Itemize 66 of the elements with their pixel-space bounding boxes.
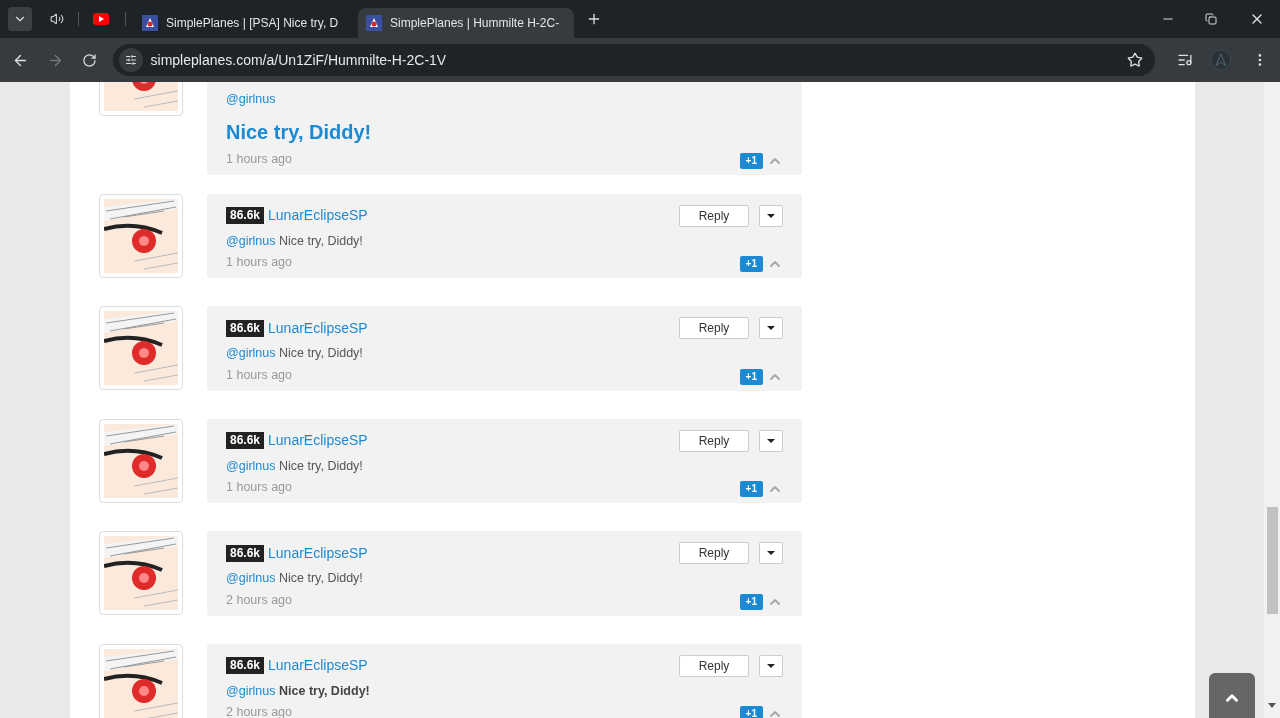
reply-button[interactable]: Reply xyxy=(679,654,749,677)
vote-count: +1 xyxy=(739,593,763,610)
mention-link[interactable]: @girlnus xyxy=(226,571,276,585)
reputation-badge: 86.6k xyxy=(226,207,265,224)
timestamp: 1 hours ago xyxy=(226,479,293,497)
reply-button[interactable]: Reply xyxy=(679,317,749,339)
media-control-icon[interactable] xyxy=(1176,52,1193,68)
browser-tab[interactable]: SimplePlanes | Hummilte H-2C- xyxy=(358,8,574,38)
vote-count: +1 xyxy=(739,706,763,718)
dropdown-button[interactable] xyxy=(759,429,783,452)
username-link[interactable]: LunarEclipseSP xyxy=(268,317,368,339)
video-site-icon[interactable] xyxy=(93,13,109,25)
comment-text: Nice try, Diddy! xyxy=(279,571,363,585)
new-tab-icon[interactable] xyxy=(586,11,602,27)
scroll-down-icon[interactable] xyxy=(1268,703,1276,708)
mention-link[interactable]: @girlnus xyxy=(226,346,276,360)
timestamp: 1 hours ago xyxy=(226,254,293,272)
dropdown-button[interactable] xyxy=(759,654,783,677)
vote-count: +1 xyxy=(739,152,763,169)
username-link[interactable]: LunarEclipseSP xyxy=(268,430,368,451)
back-to-top-button[interactable] xyxy=(1209,673,1255,718)
dropdown-button[interactable] xyxy=(759,204,783,227)
caret-icon xyxy=(767,213,775,218)
restore-icon[interactable] xyxy=(1205,13,1217,25)
comment-text: Nice try, Diddy! xyxy=(279,458,363,473)
scrollbar-thumb[interactable] xyxy=(1267,507,1278,614)
username-link[interactable]: LunarEclipseSP xyxy=(268,542,368,564)
username-link[interactable]: LunarEclipseSP xyxy=(268,655,368,676)
comment-text: Nice try, Diddy! xyxy=(279,346,363,360)
timestamp: 2 hours ago xyxy=(226,704,293,718)
comment-text: Nice try, Diddy! xyxy=(279,233,363,248)
comment-text: Nice try, Diddy! xyxy=(226,119,373,145)
speaker-icon[interactable] xyxy=(50,12,64,26)
mention-link[interactable]: @girlnus xyxy=(226,92,276,106)
reply-button[interactable]: Reply xyxy=(679,429,749,452)
vote-count: +1 xyxy=(739,481,763,497)
reputation-badge: 86.6k xyxy=(226,432,265,449)
reputation-badge: 86.6k xyxy=(226,319,265,337)
username-link[interactable]: LunarEclipseSP xyxy=(268,205,368,226)
mention-link[interactable]: @girlnus xyxy=(226,458,276,473)
comment-text: Nice try, Diddy! xyxy=(279,683,370,698)
dropdown-button[interactable] xyxy=(759,317,783,339)
vote-count: +1 xyxy=(739,256,763,272)
sliders-icon xyxy=(124,54,137,66)
mention-link[interactable]: @girlnus xyxy=(226,233,276,248)
timestamp: 1 hours ago xyxy=(226,150,293,168)
reputation-badge: 86.6k xyxy=(226,544,265,562)
caret-icon xyxy=(767,551,775,555)
reply-button[interactable]: Reply xyxy=(679,542,749,564)
address-bar[interactable]: simpleplanes.com/a/Un1ZiF/Hummilte-H-2C-1V xyxy=(112,44,1155,76)
reputation-badge: 86.6k xyxy=(226,657,265,674)
caret-icon xyxy=(767,663,775,668)
mention-link[interactable]: @girlnus xyxy=(226,683,276,698)
reload-icon[interactable] xyxy=(81,52,97,68)
site-favicon-icon xyxy=(366,15,382,31)
vote-count: +1 xyxy=(739,368,763,385)
timestamp: 2 hours ago xyxy=(226,591,293,609)
caret-icon xyxy=(767,438,775,443)
caret-icon xyxy=(767,326,775,330)
site-favicon-icon xyxy=(142,15,158,31)
timestamp: 1 hours ago xyxy=(226,366,293,384)
site-info-button[interactable] xyxy=(118,48,143,72)
bookmark-icon[interactable] xyxy=(1126,52,1143,68)
dropdown-button[interactable] xyxy=(759,542,783,564)
reply-button[interactable]: Reply xyxy=(679,204,749,227)
tab-search-button[interactable] xyxy=(8,7,32,31)
